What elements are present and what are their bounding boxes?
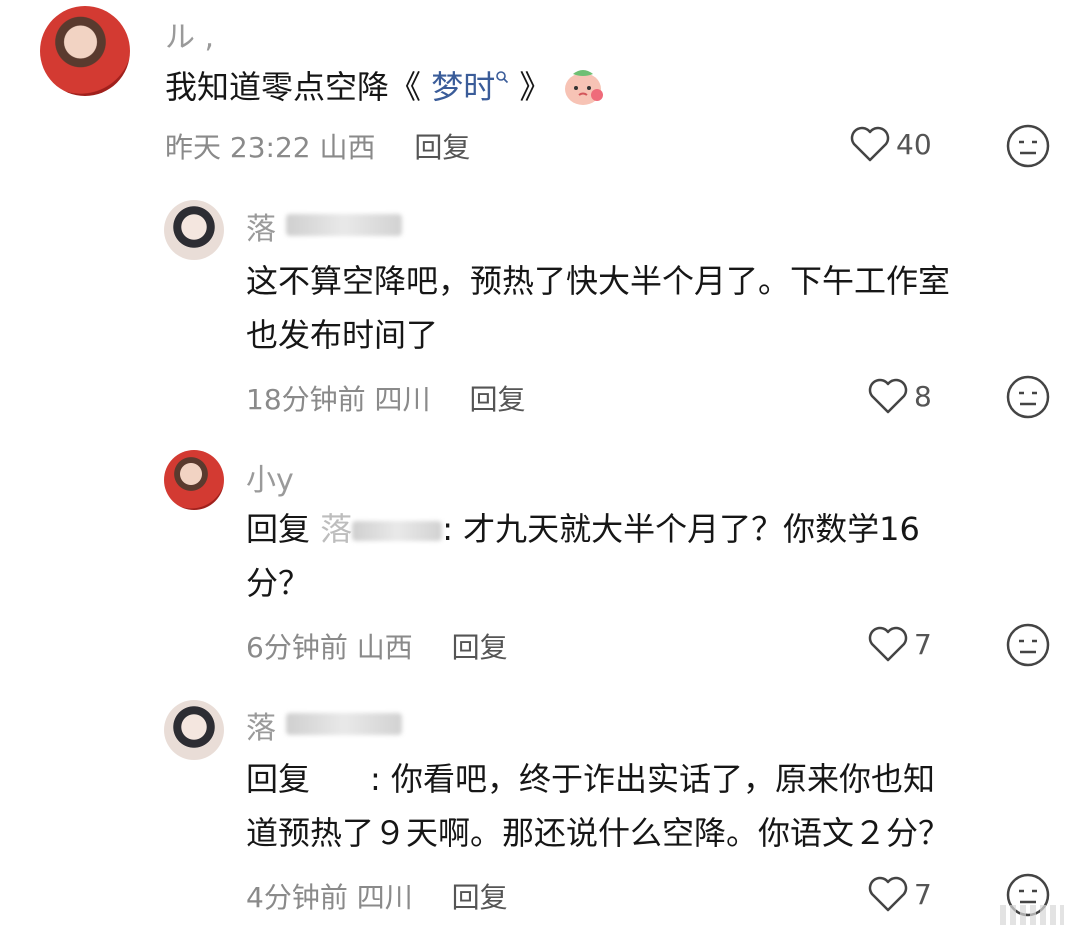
username[interactable]: 落 <box>246 204 276 248</box>
topic-link-label: 梦时 <box>431 68 496 106</box>
heart-icon <box>868 876 908 912</box>
comment-meta: 4分钟前 四川 回复 <box>246 876 508 916</box>
username[interactable]: 落 <box>246 703 276 747</box>
comment-text-main: 我知道零点空降《 <box>165 68 432 106</box>
topic-link[interactable]: 梦时 <box>431 68 509 106</box>
avatar[interactable] <box>164 450 224 510</box>
location: 四川 <box>374 383 431 416</box>
comment-text: 回复 落 : 才九天就大半个月了？你数学16 分？ <box>246 502 920 610</box>
reply-button[interactable]: 回复 <box>469 383 525 416</box>
like-button[interactable]: 40 <box>848 124 932 164</box>
reply-target-name[interactable]: 落 <box>320 510 352 548</box>
comment-text: 这不算空降吧，预热了快大半个月了。下午工作室 也发布时间了 <box>246 254 950 362</box>
timestamp: 昨天 23:22 <box>165 131 311 164</box>
blurred-username <box>286 713 402 735</box>
comment-meta: 昨天 23:22 山西 回复 <box>165 126 470 166</box>
comment-text: 我知道零点空降《 梦时 》 <box>165 60 605 114</box>
avatar[interactable] <box>40 6 130 96</box>
avatar[interactable] <box>164 200 224 260</box>
watermark <box>1000 905 1064 925</box>
blurred-username <box>352 521 443 541</box>
comment-text-line-1: 回复 : 你看吧，终于诈出实话了，原来你也知 <box>246 752 950 806</box>
reply-button[interactable]: 回复 <box>414 131 470 164</box>
heart-icon <box>850 126 890 162</box>
like-count: 7 <box>914 627 932 661</box>
like-button[interactable]: 8 <box>866 376 932 416</box>
emoji-sticker-icon <box>565 70 604 105</box>
location: 四川 <box>356 881 413 914</box>
like-count: 7 <box>914 877 932 911</box>
like-count: 8 <box>914 379 932 413</box>
reply-button[interactable]: 回复 <box>452 881 508 914</box>
avatar[interactable] <box>164 700 224 760</box>
heart-icon <box>868 378 908 414</box>
comment-text-line-2: 分？ <box>246 564 311 602</box>
comment-meta: 6分钟前 山西 回复 <box>246 626 508 666</box>
meh-face-icon[interactable] <box>1005 622 1051 668</box>
comment-text-tail: 》 <box>509 68 552 106</box>
meh-face-icon[interactable] <box>1005 374 1051 420</box>
location: 山西 <box>356 631 413 664</box>
heart-icon <box>868 626 908 662</box>
comment-text-line-2: 也发布时间了 <box>246 316 439 354</box>
comment-text-line-1: 回复 落 : 才九天就大半个月了？你数学16 <box>246 502 920 556</box>
comment-body: : 才九天就大半个月了？你数学16 <box>442 510 920 548</box>
comment-body: : 你看吧，终于诈出实话了，原来你也知 <box>370 760 935 798</box>
reply-button[interactable]: 回复 <box>452 631 508 664</box>
like-button[interactable]: 7 <box>866 874 932 914</box>
username[interactable]: 小y <box>246 455 294 499</box>
username[interactable]: ル , <box>165 12 214 56</box>
reply-prefix: 回复 <box>246 760 311 798</box>
timestamp: 18分钟前 <box>246 383 366 416</box>
reply-prefix: 回复 <box>246 510 311 548</box>
comment-text-line-1: 这不算空降吧，预热了快大半个月了。下午工作室 <box>246 262 951 300</box>
comment-text-line-2: 道预热了９天啊。那还说什么空降。你语文２分？ <box>246 814 951 852</box>
timestamp: 4分钟前 <box>246 881 348 914</box>
comment-meta: 18分钟前 四川 回复 <box>246 378 525 418</box>
timestamp: 6分钟前 <box>246 631 348 664</box>
location: 山西 <box>319 131 376 164</box>
meh-face-icon[interactable] <box>1005 123 1051 169</box>
like-button[interactable]: 7 <box>866 624 932 664</box>
like-count: 40 <box>896 127 932 161</box>
comment-text: 回复 : 你看吧，终于诈出实话了，原来你也知 道预热了９天啊。那还说什么空降。你语… <box>246 752 950 860</box>
search-icon <box>496 71 509 84</box>
blurred-username <box>286 214 402 236</box>
